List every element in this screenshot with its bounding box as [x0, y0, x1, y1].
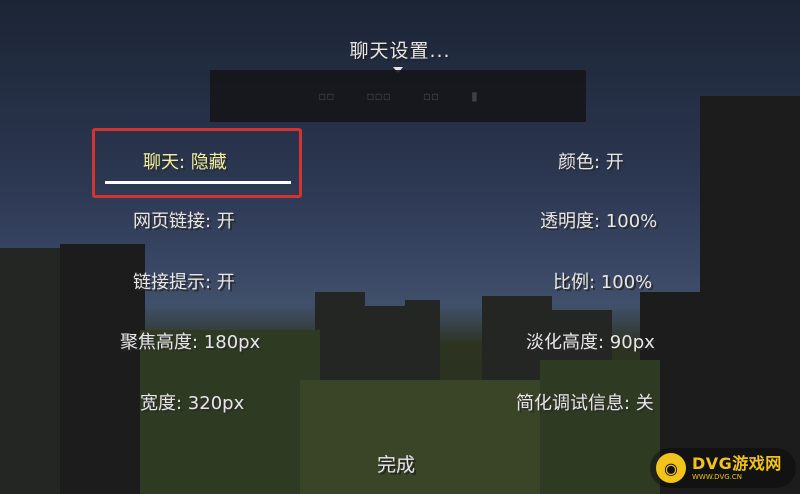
- chat-visibility-button[interactable]: 聊天: 隐藏: [143, 148, 227, 174]
- web-links-button[interactable]: 网页链接: 开: [133, 207, 235, 233]
- scale-slider[interactable]: 比例: 100%: [553, 268, 652, 294]
- reduced-debug-info-button[interactable]: 简化调试信息: 关: [516, 389, 654, 415]
- preview-glyph: ▫▫: [318, 89, 335, 103]
- colors-button[interactable]: 颜色: 开: [558, 148, 624, 174]
- width-slider[interactable]: 宽度: 320px: [140, 389, 244, 415]
- preview-glyph: ▫▫▫: [366, 89, 391, 103]
- opacity-slider[interactable]: 透明度: 100%: [540, 207, 657, 233]
- selected-underline: [105, 181, 291, 184]
- watermark-text: DVG游戏网 WWW.DVG.CN: [692, 453, 782, 481]
- watermark-name: DVG游戏网: [692, 453, 782, 473]
- gamepad-icon: ◉: [656, 453, 686, 483]
- link-prompt-button[interactable]: 链接提示: 开: [133, 268, 235, 294]
- unfocused-height-slider[interactable]: 淡化高度: 90px: [526, 328, 655, 354]
- preview-glyph: ▮: [471, 89, 478, 103]
- watermark-url: WWW.DVG.CN: [692, 472, 743, 481]
- focused-height-slider[interactable]: 聚焦高度: 180px: [120, 328, 260, 354]
- screen-title: 聊天设置...: [349, 40, 451, 62]
- chat-preview-box: ▫▫ ▫▫▫ ▫▫ ▮: [210, 70, 586, 122]
- preview-glyph: ▫▫: [422, 89, 440, 103]
- site-watermark: ◉ DVG游戏网 WWW.DVG.CN: [650, 448, 796, 488]
